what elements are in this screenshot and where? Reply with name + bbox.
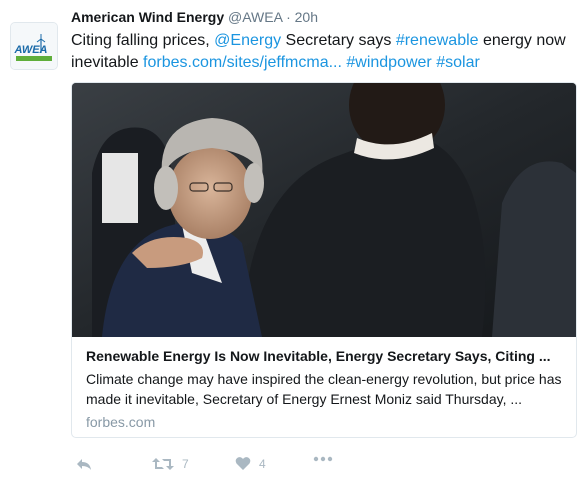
tweet-actions: 7 4 — [71, 456, 371, 476]
separator: · — [286, 9, 291, 25]
heart-icon — [235, 457, 251, 470]
reply-button[interactable] — [75, 456, 93, 472]
tweet-text-part: Secretary says — [281, 32, 396, 49]
reply-icon — [77, 459, 91, 470]
hashtag-link-renewable[interactable]: #renewable — [396, 32, 479, 49]
tweet: AWEA American Wind Energy @AWEA · 20h Ci… — [0, 0, 586, 490]
card-description: Climate change may have inspired the cle… — [86, 371, 562, 407]
hashtag-link-windpower[interactable]: #windpower — [346, 54, 431, 71]
card-body: Renewable Energy Is Now Inevitable, Ener… — [86, 347, 566, 430]
more-icon — [313, 456, 333, 462]
like-count: 4 — [259, 456, 266, 471]
link-card[interactable]: Renewable Energy Is Now Inevitable, Ener… — [71, 82, 577, 438]
tweet-header: American Wind Energy @AWEA · 20h — [71, 9, 318, 25]
retweet-count: 7 — [182, 457, 189, 471]
card-domain: forbes.com — [86, 414, 156, 430]
avatar[interactable]: AWEA — [10, 22, 58, 70]
hashtag-link-solar[interactable]: #solar — [436, 54, 480, 71]
card-photo — [72, 83, 576, 337]
more-button[interactable] — [313, 456, 333, 462]
wind-turbine-icon: AWEA — [11, 23, 57, 69]
tweet-text: Citing falling prices, @Energy Secretary… — [71, 30, 576, 74]
display-name[interactable]: American Wind Energy — [71, 9, 224, 25]
card-image[interactable] — [72, 83, 576, 337]
avatar-logo-text: AWEA — [14, 44, 48, 56]
like-button[interactable]: 4 — [235, 456, 266, 471]
tweet-text-part: Citing falling prices, — [71, 32, 215, 49]
handle[interactable]: @AWEA — [228, 9, 282, 25]
retweet-icon — [152, 458, 174, 470]
retweet-button[interactable]: 7 — [152, 456, 189, 472]
mention-link[interactable]: @Energy — [214, 32, 281, 49]
timestamp[interactable]: 20h — [295, 9, 318, 25]
card-title[interactable]: Renewable Energy Is Now Inevitable, Ener… — [86, 347, 566, 365]
url-link[interactable]: forbes.com/sites/jeffmcma... — [143, 54, 342, 71]
